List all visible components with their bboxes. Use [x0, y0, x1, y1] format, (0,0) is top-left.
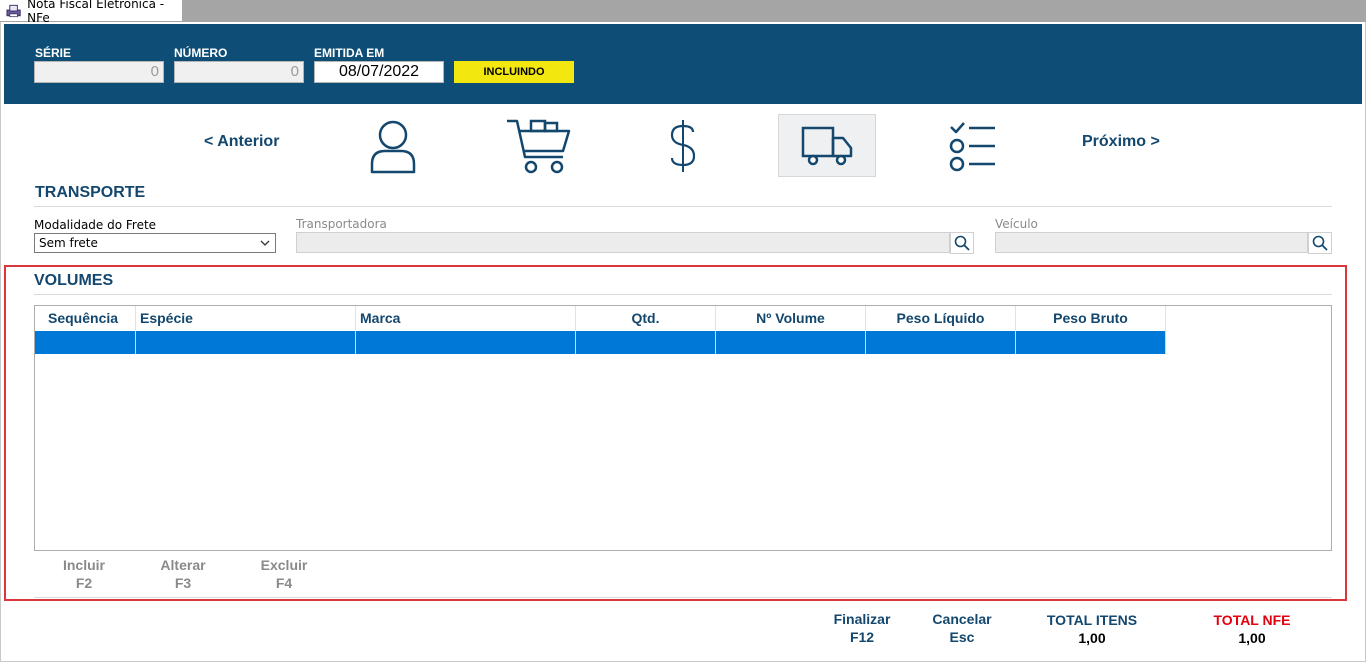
- veiculo-label: Veículo: [995, 217, 1038, 231]
- transporte-title: TRANSPORTE: [35, 184, 146, 201]
- transportadora-search-button[interactable]: [950, 232, 974, 254]
- step-transport-button[interactable]: [778, 114, 876, 177]
- total-nfe-value: 1,00: [1238, 630, 1266, 646]
- volumes-bottom-divider: [34, 597, 1332, 598]
- excluir-button[interactable]: Excluir F4: [249, 556, 319, 592]
- total-itens-label: TOTAL ITENS: [1046, 612, 1138, 628]
- column-header-peso-bruto[interactable]: Peso Bruto: [1016, 306, 1166, 331]
- serie-label: SÉRIE: [35, 46, 72, 60]
- column-header-marca[interactable]: Marca: [356, 306, 576, 331]
- table-cell: [576, 331, 716, 354]
- next-button[interactable]: Próximo >: [1082, 133, 1160, 151]
- table-cell: [35, 331, 136, 354]
- total-nfe-label: TOTAL NFE: [1213, 612, 1291, 628]
- transporte-divider: [34, 206, 1332, 207]
- veiculo-field[interactable]: [995, 232, 1308, 253]
- volumes-grid[interactable]: Sequência Espécie Marca Qtd. Nº Volume P…: [34, 305, 1332, 551]
- checklist-icon: [949, 121, 995, 171]
- table-row[interactable]: [35, 331, 1166, 354]
- table-cell: [866, 331, 1016, 354]
- dollar-icon: [670, 119, 696, 172]
- volumes-title: VOLUMES: [34, 272, 114, 289]
- chevron-down-icon: [260, 240, 270, 246]
- table-cell: [356, 331, 576, 354]
- user-icon: [370, 120, 416, 173]
- veiculo-search-button[interactable]: [1308, 232, 1332, 254]
- numero-field[interactable]: 0: [174, 61, 304, 83]
- table-cell: [1016, 331, 1166, 354]
- step-products-button[interactable]: [490, 114, 588, 177]
- step-customer-button[interactable]: [344, 114, 442, 177]
- column-header-qtd[interactable]: Qtd.: [576, 306, 716, 331]
- incluir-shortcut: F2: [75, 575, 93, 591]
- finalizar-shortcut: F12: [849, 629, 875, 645]
- cancelar-shortcut: Esc: [949, 629, 975, 645]
- table-cell: [716, 331, 866, 354]
- truck-icon: [801, 126, 853, 165]
- modalidade-label: Modalidade do Frete: [34, 218, 157, 232]
- emitida-date-field[interactable]: 08/07/2022: [314, 61, 444, 83]
- volumes-grid-header: Sequência Espécie Marca Qtd. Nº Volume P…: [35, 306, 1166, 331]
- cart-icon: [507, 119, 571, 173]
- table-cell: [136, 331, 356, 354]
- step-payment-button[interactable]: [634, 114, 732, 177]
- finalizar-button[interactable]: Finalizar F12: [822, 610, 902, 646]
- total-itens-value: 1,00: [1078, 630, 1106, 646]
- cancelar-label: Cancelar: [932, 611, 992, 627]
- incluir-button[interactable]: Incluir F2: [49, 556, 119, 592]
- window-tab-strip: Nota Fiscal Eletrônica - NFe: [0, 0, 1366, 25]
- transportadora-field[interactable]: [296, 232, 950, 253]
- step-summary-button[interactable]: [924, 114, 1022, 177]
- incluir-label: Incluir: [62, 557, 105, 573]
- modalidade-select[interactable]: Sem frete: [34, 233, 276, 253]
- alterar-label: Alterar: [160, 557, 206, 573]
- previous-button[interactable]: < Anterior: [204, 133, 279, 151]
- cancelar-button[interactable]: Cancelar Esc: [922, 610, 1002, 646]
- column-header-especie[interactable]: Espécie: [136, 306, 356, 331]
- column-header-peso-liquido[interactable]: Peso Líquido: [866, 306, 1016, 331]
- window-tab[interactable]: Nota Fiscal Eletrônica - NFe: [0, 0, 182, 25]
- excluir-label: Excluir: [260, 557, 308, 573]
- alterar-button[interactable]: Alterar F3: [148, 556, 218, 592]
- numero-label: NÚMERO: [174, 46, 228, 60]
- status-badge: INCLUINDO: [454, 61, 574, 83]
- excluir-shortcut: F4: [275, 575, 293, 591]
- transportadora-label: Transportadora: [296, 217, 387, 231]
- column-header-numero-volume[interactable]: Nº Volume: [716, 306, 866, 331]
- volumes-divider: [34, 294, 1332, 295]
- search-icon: [954, 235, 970, 251]
- finalizar-label: Finalizar: [833, 611, 891, 627]
- search-icon: [1312, 235, 1328, 251]
- serie-field[interactable]: 0: [34, 61, 164, 83]
- column-header-sequencia[interactable]: Sequência: [35, 306, 136, 331]
- printer-app-icon: [6, 4, 21, 17]
- modalidade-value: Sem frete: [39, 236, 98, 250]
- emitida-label: EMITIDA EM: [314, 46, 385, 60]
- alterar-shortcut: F3: [174, 575, 192, 591]
- window-title: Nota Fiscal Eletrônica - NFe: [27, 0, 165, 25]
